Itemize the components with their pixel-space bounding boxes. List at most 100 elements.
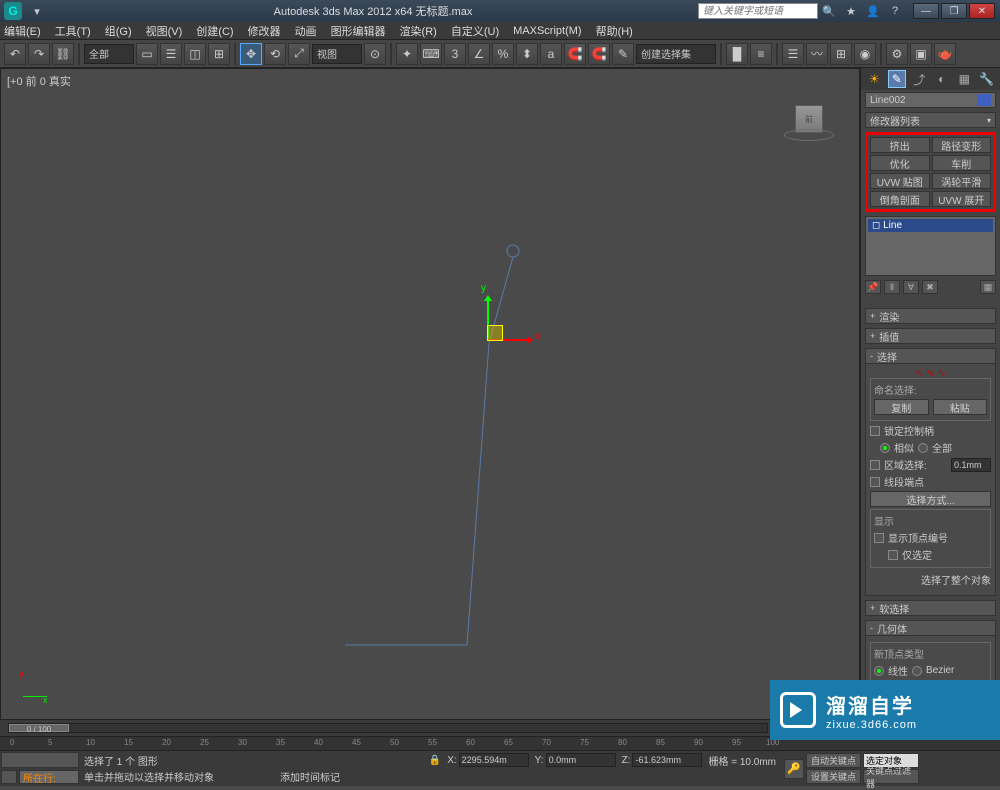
redo-button[interactable]: ↷ xyxy=(28,43,50,65)
rollout-select[interactable]: -选择 xyxy=(865,348,996,364)
lock-handles-check[interactable] xyxy=(870,426,880,436)
mod-optimize[interactable]: 优化 xyxy=(870,155,930,171)
minimize-button[interactable]: — xyxy=(913,3,939,19)
menu-views[interactable]: 视图(V) xyxy=(146,23,183,39)
help-search-input[interactable] xyxy=(698,3,818,19)
motion-tab-icon[interactable]: ◐ xyxy=(933,70,951,88)
render-setup-button[interactable]: ⚙ xyxy=(886,43,908,65)
subobject-icons[interactable]: ∿ ∿ ∿ xyxy=(870,368,991,376)
move-button[interactable]: ✥ xyxy=(240,43,262,65)
center-button[interactable]: ⊙ xyxy=(364,43,386,65)
show-end-icon[interactable]: Ⅱ xyxy=(884,280,900,294)
utilities-tab-icon[interactable]: 🔧 xyxy=(978,70,996,88)
snap-c-button[interactable]: 🧲 xyxy=(588,43,610,65)
named-selection-set[interactable]: 创建选择集 xyxy=(636,44,716,64)
percent-snap-button[interactable]: % xyxy=(492,43,514,65)
mod-uvwmap[interactable]: UVW 贴图 xyxy=(870,173,930,189)
modifier-list-dropdown[interactable]: 修改器列表 xyxy=(865,112,996,128)
rollout-geometry[interactable]: -几何体 xyxy=(865,620,996,636)
scale-button[interactable]: ⤢ xyxy=(288,43,310,65)
menu-tools[interactable]: 工具(T) xyxy=(55,23,91,39)
mod-pathdeform[interactable]: 路径变形 xyxy=(932,137,992,153)
add-time-tag[interactable]: 添加时间标记 xyxy=(280,769,340,784)
search-icon[interactable]: 🔍 xyxy=(819,3,839,19)
menu-edit[interactable]: 编辑(E) xyxy=(4,23,41,39)
hierarchy-tab-icon[interactable]: ⤴ xyxy=(910,70,928,88)
material-button[interactable]: ◉ xyxy=(854,43,876,65)
close-button[interactable]: ✕ xyxy=(969,3,995,19)
x-coord-input[interactable] xyxy=(459,753,529,767)
render-frame-button[interactable]: ▣ xyxy=(910,43,932,65)
schematic-button[interactable]: ⊞ xyxy=(830,43,852,65)
create-tab-icon[interactable]: ☀ xyxy=(865,70,883,88)
app-logo[interactable]: G xyxy=(4,2,22,20)
render-button[interactable]: 🫖 xyxy=(934,43,956,65)
object-color-swatch[interactable] xyxy=(977,94,991,106)
mod-extrude[interactable]: 挤出 xyxy=(870,137,930,153)
key-filter-button[interactable]: 关键点过滤器 xyxy=(863,769,919,784)
set-key-button[interactable]: 设置关键点 xyxy=(806,769,861,784)
align-button[interactable]: ≡ xyxy=(750,43,772,65)
area-value-input[interactable] xyxy=(951,458,991,472)
lock-icon[interactable]: 🔒 xyxy=(429,755,441,766)
auto-key-button[interactable]: 自动关键点 xyxy=(806,753,861,768)
menu-render[interactable]: 渲染(R) xyxy=(400,23,437,39)
angle-snap-button[interactable]: ∠ xyxy=(468,43,490,65)
selected-only-check[interactable] xyxy=(888,550,898,560)
snap-a-button[interactable]: a xyxy=(540,43,562,65)
all-radio[interactable] xyxy=(918,443,928,453)
snap-3-button[interactable]: 3 xyxy=(444,43,466,65)
object-name-field[interactable]: Line002 xyxy=(865,92,996,108)
configure-sets-icon[interactable]: ▦ xyxy=(980,280,996,294)
edit-named-button[interactable]: ✎ xyxy=(612,43,634,65)
select-region-button[interactable]: ◫ xyxy=(184,43,206,65)
copy-button[interactable]: 复制 xyxy=(874,399,929,415)
menu-maxscript[interactable]: MAXScript(M) xyxy=(513,25,581,37)
select-mode-button[interactable]: 选择方式... xyxy=(870,491,991,507)
menu-animation[interactable]: 动画 xyxy=(295,23,317,39)
link-button[interactable]: ⛓ xyxy=(52,43,74,65)
paste-button[interactable]: 粘贴 xyxy=(933,399,988,415)
modify-tab-icon[interactable]: ✎ xyxy=(888,70,906,88)
rollout-interp[interactable]: +插值 xyxy=(865,328,996,344)
similar-radio[interactable] xyxy=(880,443,890,453)
menu-modifiers[interactable]: 修改器 xyxy=(248,23,281,39)
viewport[interactable]: [+0 前 0 真实 前 x y yx xyxy=(0,68,860,720)
select-button[interactable]: ▭ xyxy=(136,43,158,65)
remove-mod-icon[interactable]: ✖ xyxy=(922,280,938,294)
menu-customize[interactable]: 自定义(U) xyxy=(451,23,499,39)
menu-graph[interactable]: 图形编辑器 xyxy=(331,23,386,39)
y-coord-input[interactable] xyxy=(546,753,616,767)
bezier-radio[interactable] xyxy=(912,666,922,676)
keyboard-button[interactable]: ⌨ xyxy=(420,43,442,65)
layers-button[interactable]: ☰ xyxy=(782,43,804,65)
mod-bevelprofile[interactable]: 倒角剖面 xyxy=(870,191,930,207)
rotate-button[interactable]: ⟲ xyxy=(264,43,286,65)
rollout-render[interactable]: +渲染 xyxy=(865,308,996,324)
menu-group[interactable]: 组(G) xyxy=(105,23,132,39)
select-name-button[interactable]: ☰ xyxy=(160,43,182,65)
mirror-button[interactable]: ▐▌ xyxy=(726,43,748,65)
script-input[interactable] xyxy=(1,752,79,768)
signin-icon[interactable]: 👤 xyxy=(863,3,883,19)
dropdown-icon[interactable]: ▾ xyxy=(27,3,47,19)
manipulate-button[interactable]: ✦ xyxy=(396,43,418,65)
key-icon[interactable]: 🔑 xyxy=(784,759,804,779)
gizmo-xy-plane[interactable] xyxy=(487,325,503,341)
maximize-button[interactable]: ❐ xyxy=(941,3,967,19)
modifier-stack[interactable]: ◻ Line xyxy=(865,216,996,276)
mod-uvwunwrap[interactable]: UVW 展开 xyxy=(932,191,992,207)
help-icon[interactable]: ? xyxy=(885,3,905,19)
undo-button[interactable]: ↶ xyxy=(4,43,26,65)
curve-editor-button[interactable]: 〰 xyxy=(806,43,828,65)
script-toggle[interactable] xyxy=(1,770,17,784)
time-slider-thumb[interactable]: 0 / 100 xyxy=(9,724,69,732)
menu-help[interactable]: 帮助(H) xyxy=(596,23,633,39)
mod-turbosmooth[interactable]: 涡轮平滑 xyxy=(932,173,992,189)
selection-filter[interactable]: 全部 xyxy=(84,44,134,64)
rollout-softsel[interactable]: +软选择 xyxy=(865,600,996,616)
show-vertex-check[interactable] xyxy=(874,533,884,543)
star-icon[interactable]: ★ xyxy=(841,3,861,19)
mod-lathe[interactable]: 车削 xyxy=(932,155,992,171)
pin-stack-icon[interactable]: 📌 xyxy=(865,280,881,294)
